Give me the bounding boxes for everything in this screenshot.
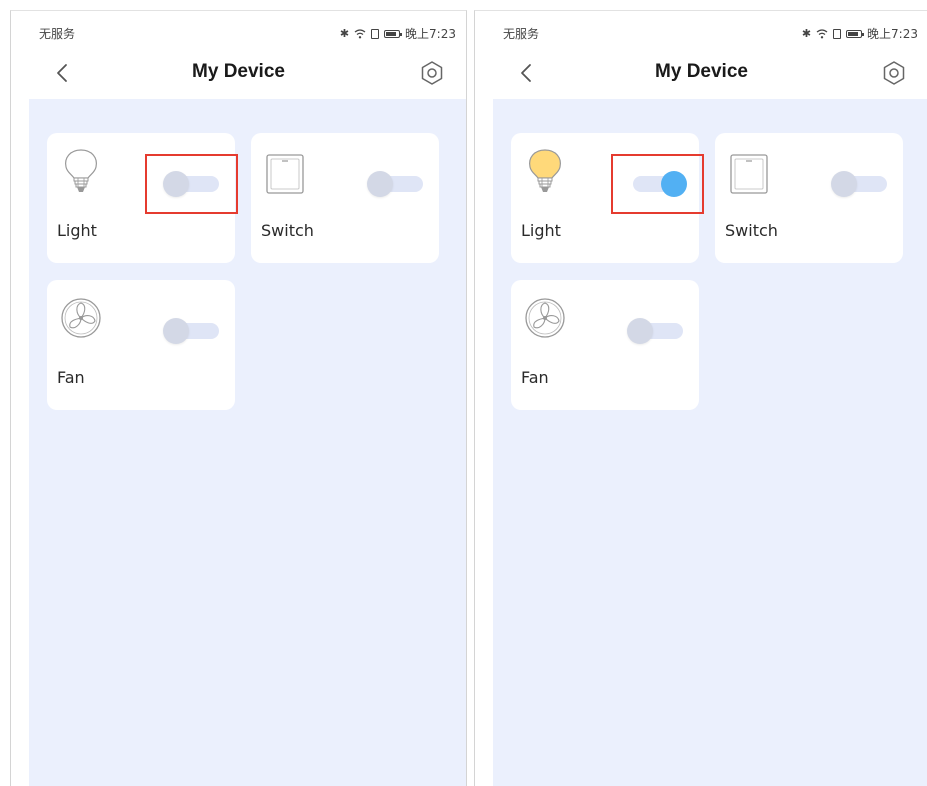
bluetooth-icon: ✱: [801, 27, 812, 40]
light-bulb-icon: [529, 149, 561, 192]
carrier-label: 无服务: [39, 27, 76, 41]
toggle-knob: [831, 171, 857, 197]
carrier-label: 无服务: [503, 27, 540, 41]
device-grid: Light Switch Fan: [29, 99, 466, 786]
wifi-icon: [354, 28, 366, 39]
status-bar: 无服务 ✱ 晚上7:23: [11, 25, 466, 41]
status-time: 晚上7:23: [867, 27, 918, 41]
highlight-box-before: [145, 154, 238, 214]
device-label-fan: Fan: [521, 368, 549, 387]
nav-bar: My Device: [11, 59, 466, 89]
device-grid: Light Switch Fan: [493, 99, 927, 786]
highlight-box-after: [611, 154, 704, 214]
status-time: 晚上7:23: [405, 27, 456, 41]
status-bar: 无服务 ✱ 晚上7:23: [475, 25, 927, 41]
nav-bar: My Device: [475, 59, 927, 89]
page-title: My Device: [655, 61, 748, 82]
toggle-knob: [627, 318, 653, 344]
toggle-switch[interactable]: [831, 171, 891, 197]
device-card-fan[interactable]: Fan: [47, 280, 235, 410]
toggle-knob: [367, 171, 393, 197]
device-label-light: Light: [57, 221, 97, 240]
wall-switch-icon: [730, 154, 768, 194]
toggle-fan[interactable]: [627, 318, 687, 344]
phone-screen-after: 无服务 ✱ 晚上7:23 My Device Light Switch Fan: [474, 10, 927, 786]
wall-switch-icon: [266, 154, 304, 194]
gear-icon[interactable]: [418, 59, 446, 87]
device-label-switch: Switch: [725, 221, 778, 240]
device-card-switch[interactable]: Switch: [715, 133, 903, 263]
battery-icon: [384, 29, 403, 38]
gear-icon[interactable]: [880, 59, 908, 87]
toggle-switch[interactable]: [367, 171, 427, 197]
sim-icon: [833, 28, 842, 39]
toggle-fan[interactable]: [163, 318, 223, 344]
device-card-switch[interactable]: Switch: [251, 133, 439, 263]
phone-screen-before: 无服务 ✱ 晚上7:23 My Device Light Switch Fan: [10, 10, 467, 786]
sim-icon: [371, 28, 380, 39]
device-label-fan: Fan: [57, 368, 85, 387]
fan-icon: [61, 298, 101, 338]
device-card-fan[interactable]: Fan: [511, 280, 699, 410]
fan-icon: [525, 298, 565, 338]
bluetooth-icon: ✱: [339, 27, 350, 40]
battery-icon: [846, 29, 865, 38]
light-bulb-icon: [65, 149, 97, 192]
page-title: My Device: [192, 61, 285, 82]
toggle-knob: [163, 318, 189, 344]
device-label-switch: Switch: [261, 221, 314, 240]
device-label-light: Light: [521, 221, 561, 240]
wifi-icon: [816, 28, 828, 39]
